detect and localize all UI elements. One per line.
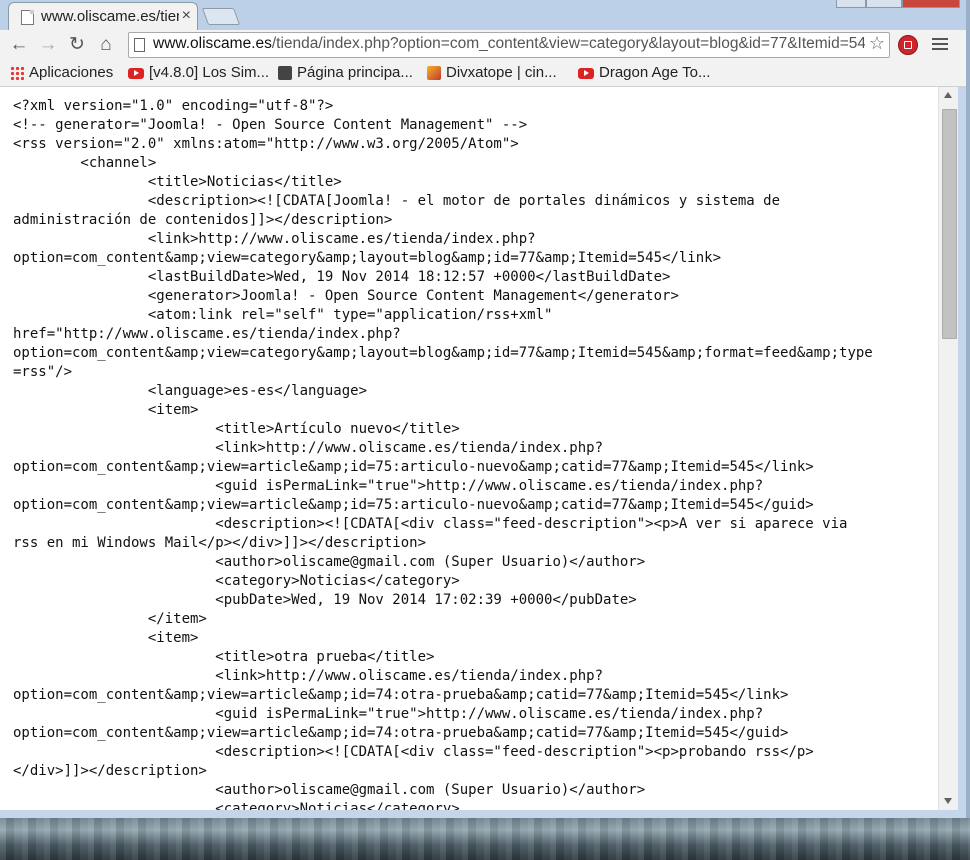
xml-line: </item> <box>13 611 207 627</box>
xml-line: <link>http://www.oliscame.es/tienda/inde… <box>13 440 604 456</box>
xml-line: <link>http://www.oliscame.es/tienda/inde… <box>13 231 536 247</box>
xml-line: <link>http://www.oliscame.es/tienda/inde… <box>13 668 604 684</box>
xml-line: <!-- generator="Joomla! - Open Source Co… <box>13 117 528 133</box>
menu-icon[interactable] <box>932 35 948 55</box>
xml-line: <lastBuildDate>Wed, 19 Nov 2014 18:12:57… <box>13 269 671 285</box>
url-text[interactable]: www.oliscame.es/tienda/index.php?option=… <box>153 35 865 53</box>
page-content: <?xml version="1.0" encoding="utf-8"?> <… <box>0 87 938 810</box>
xml-line: <category>Noticias</category> <box>13 801 460 810</box>
xml-line: <language>es-es</language> <box>13 383 368 399</box>
close-icon[interactable]: × <box>182 6 191 26</box>
xml-line: <item> <box>13 402 199 418</box>
bookmark-pagina-principal[interactable]: Página principa... <box>278 63 413 83</box>
tab-title: www.oliscame.es/tienda/index.php <box>41 8 179 25</box>
forward-arrow-icon[interactable]: → <box>37 34 59 56</box>
xml-line: <author>oliscame@gmail.com (Super Usuari… <box>13 554 646 570</box>
youtube-icon <box>128 67 144 79</box>
xml-line: <title>otra prueba</title> <box>13 649 435 665</box>
xml-line: <guid isPermaLink="true">http://www.olis… <box>13 706 764 722</box>
xml-line: <category>Noticias</category> <box>13 573 460 589</box>
bookmark-los-sims[interactable]: [v4.8.0] Los Sim... <box>128 63 269 83</box>
vertical-scrollbar[interactable] <box>938 87 958 810</box>
bookmarks-bar: Aplicaciones [v4.8.0] Los Sim... Página … <box>0 60 966 87</box>
xml-line: href="http://www.oliscame.es/tienda/inde… <box>13 326 401 342</box>
bookmark-aplicaciones[interactable]: Aplicaciones <box>10 63 113 83</box>
tab-strip: www.oliscame.es/tienda/index.php × <box>0 0 966 31</box>
xml-line: option=com_content&amp;view=article&amp;… <box>13 687 789 703</box>
xml-source: <?xml version="1.0" encoding="utf-8"?> <… <box>0 97 873 810</box>
window-frame-bottom <box>0 810 966 818</box>
scroll-down-icon[interactable] <box>944 798 952 804</box>
xml-line: </div>]]></description> <box>13 763 207 779</box>
xml-line: rss en mi Windows Mail</p></div>]]></des… <box>13 535 427 551</box>
xml-line: <description><![CDATA[Joomla! - el motor… <box>13 193 781 209</box>
minimize-button[interactable] <box>836 0 866 8</box>
xml-line: option=com_content&amp;view=category&amp… <box>13 345 873 361</box>
adblock-extension-icon[interactable] <box>898 35 918 55</box>
xml-line: <channel> <box>13 155 157 171</box>
page-icon <box>21 10 34 25</box>
page-icon <box>278 66 292 81</box>
xml-line: <generator>Joomla! - Open Source Content… <box>13 288 679 304</box>
new-tab-button[interactable] <box>201 8 241 25</box>
xml-line: administración de contenidos]]></descrip… <box>13 212 393 228</box>
xml-line: option=com_content&amp;view=article&amp;… <box>13 497 814 513</box>
xml-line: <pubDate>Wed, 19 Nov 2014 17:02:39 +0000… <box>13 592 637 608</box>
xml-line: <guid isPermaLink="true">http://www.olis… <box>13 478 764 494</box>
xml-line: <author>oliscame@gmail.com (Super Usuari… <box>13 782 646 798</box>
back-arrow-icon[interactable]: ← <box>8 34 30 56</box>
browser-window: www.oliscame.es/tienda/index.php × ← → ↻… <box>0 0 970 818</box>
youtube-icon <box>578 67 594 79</box>
apps-grid-icon <box>10 66 24 81</box>
xml-line: <?xml version="1.0" encoding="utf-8"?> <box>13 98 334 114</box>
bookmark-dragon-age[interactable]: Dragon Age To... <box>578 63 710 83</box>
window-close-button[interactable] <box>902 0 960 8</box>
toolbar: ← → ↻ ⌂ www.oliscame.es/tienda/index.php… <box>0 30 966 60</box>
home-icon[interactable]: ⌂ <box>95 34 117 56</box>
xml-line: <atom:link rel="self" type="application/… <box>13 307 553 323</box>
xml-line: option=com_content&amp;view=article&amp;… <box>13 459 814 475</box>
xml-line: <rss version="2.0" xmlns:atom="http://ww… <box>13 136 519 152</box>
scroll-up-icon[interactable] <box>944 92 952 98</box>
scroll-thumb[interactable] <box>942 109 957 339</box>
xml-line: <title>Noticias</title> <box>13 174 342 190</box>
address-bar[interactable]: www.oliscame.es/tienda/index.php?option=… <box>128 32 890 58</box>
xml-line: option=com_content&amp;view=article&amp;… <box>13 725 789 741</box>
xml-line: <title>Artículo nuevo</title> <box>13 421 460 437</box>
reload-icon[interactable]: ↻ <box>66 34 88 56</box>
divxatope-icon <box>427 66 441 81</box>
bookmark-divxatope[interactable]: Divxatope | cin... <box>427 63 557 83</box>
bookmark-star-icon[interactable]: ☆ <box>869 33 885 54</box>
maximize-button[interactable] <box>866 0 902 8</box>
xml-line: <item> <box>13 630 199 646</box>
tab-active[interactable]: www.oliscame.es/tienda/index.php × <box>8 2 198 31</box>
xml-line: option=com_content&amp;view=category&amp… <box>13 250 722 266</box>
xml-line: <description><![CDATA[<div class="feed-d… <box>13 744 814 760</box>
xml-line: <description><![CDATA[<div class="feed-d… <box>13 516 848 532</box>
xml-line: =rss"/> <box>13 364 73 380</box>
page-icon <box>134 38 145 52</box>
